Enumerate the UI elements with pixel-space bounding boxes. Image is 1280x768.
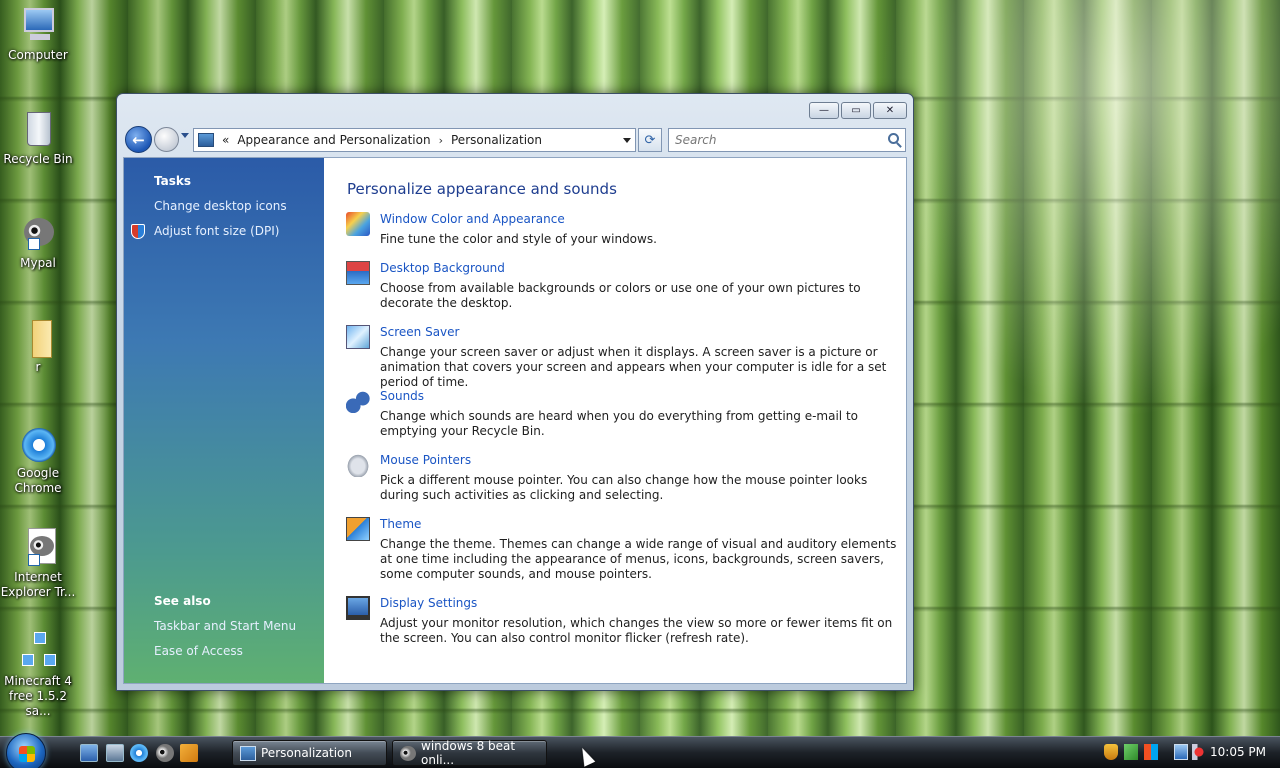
system-tray: 10:05 PM: [1100, 737, 1280, 768]
raccoon-document-icon: [18, 528, 58, 568]
color-scheme-icon[interactable]: [346, 212, 370, 236]
address-bar[interactable]: « Appearance and Personalization › Perso…: [193, 128, 636, 152]
desktop-icon-computer[interactable]: Computer: [0, 6, 76, 63]
address-dropdown-icon[interactable]: [623, 138, 631, 143]
back-button[interactable]: ←: [125, 126, 152, 153]
desktop-icon-label: Internet Explorer Tr...: [0, 570, 76, 599]
screen-saver-link[interactable]: Screen Saver: [380, 325, 459, 339]
tasks-sidebar: Tasks Change desktop icons Adjust font s…: [124, 158, 324, 683]
taskbar-button-label: windows 8 beat onli...: [421, 739, 516, 767]
window-color-description: Fine tune the color and style of your wi…: [380, 232, 657, 246]
address-prefix[interactable]: «: [222, 133, 229, 147]
desktop-icon-label: Minecraft 4 free 1.5.2 sa...: [4, 674, 72, 718]
folder-icon: [18, 318, 58, 358]
breadcrumb-personalization[interactable]: Personalization: [451, 133, 542, 147]
main-panel: Personalize appearance and sounds Window…: [324, 158, 906, 683]
computer-icon: [18, 6, 58, 46]
screen-saver-description: Change your screen saver or adjust when …: [380, 345, 887, 389]
media-player-icon[interactable]: [180, 744, 198, 762]
personalization-window: — ▭ ✕ ← « Appearance and Personalization…: [116, 93, 914, 691]
ie-icon: [18, 424, 58, 464]
window-controls: — ▭ ✕: [809, 102, 907, 119]
navigation-bar: ← « Appearance and Personalization › Per…: [125, 126, 906, 154]
window-color-link[interactable]: Window Color and Appearance: [380, 212, 565, 226]
ease-of-access-link[interactable]: Ease of Access: [154, 644, 243, 658]
network-icon[interactable]: [1174, 744, 1188, 760]
back-arrow-icon: ←: [132, 130, 145, 149]
breadcrumb-appearance[interactable]: Appearance and Personalization: [237, 133, 430, 147]
update-icon[interactable]: [1124, 744, 1138, 760]
desktop-icon-internet-explorer[interactable]: Internet Explorer Tr...: [0, 528, 76, 600]
tasks-heading: Tasks: [154, 174, 192, 188]
theme-link[interactable]: Theme: [380, 517, 421, 531]
mypal-window-icon: [400, 746, 416, 761]
content-area: Tasks Change desktop icons Adjust font s…: [123, 157, 907, 684]
forward-button[interactable]: [154, 127, 179, 152]
mypal-quicklaunch-icon[interactable]: [156, 744, 174, 762]
volume-muted-icon[interactable]: [1192, 744, 1206, 760]
refresh-button[interactable]: ⟳: [638, 128, 662, 152]
sounds-description: Change which sounds are heard when you d…: [380, 409, 858, 438]
sounds-link[interactable]: Sounds: [380, 389, 424, 403]
adjust-font-size-link[interactable]: Adjust font size (DPI): [131, 224, 280, 239]
theme-icon[interactable]: [346, 517, 370, 541]
switch-windows-icon[interactable]: [106, 744, 124, 762]
raccoon-icon: [18, 214, 58, 254]
wallpaper-glow: [880, 0, 1280, 420]
page-title: Personalize appearance and sounds: [347, 180, 617, 198]
desktop-icon-folder[interactable]: r: [0, 318, 76, 375]
security-shield-icon[interactable]: [1104, 744, 1118, 760]
breadcrumb-separator[interactable]: ›: [439, 134, 443, 147]
desktop-icon-label: Mypal: [20, 256, 56, 270]
desktop-icon-google-chrome[interactable]: Google Chrome: [0, 424, 76, 496]
search-input[interactable]: Search: [668, 128, 906, 152]
desktop-icon-label: r: [35, 360, 41, 374]
theme-description: Change the theme. Themes can change a wi…: [380, 537, 897, 581]
taskbar-start-menu-link[interactable]: Taskbar and Start Menu: [154, 619, 296, 633]
refresh-icon: ⟳: [644, 132, 656, 148]
desktop-icon-label: Google Chrome: [14, 466, 62, 495]
desktop-background-icon[interactable]: [346, 261, 370, 285]
display-settings-icon[interactable]: [346, 596, 370, 620]
mouse-pointer-icon[interactable]: [346, 453, 370, 477]
personalization-window-icon: [240, 746, 256, 761]
recycle-bin-icon: [18, 110, 58, 150]
screen-saver-icon[interactable]: [346, 325, 370, 349]
internet-explorer-icon[interactable]: [130, 744, 148, 762]
windows-flag-icon[interactable]: [1144, 744, 1158, 760]
taskbar-button-personalization[interactable]: Personalization: [232, 740, 387, 766]
mouse-pointers-link[interactable]: Mouse Pointers: [380, 453, 471, 467]
desktop-background-description: Choose from available backgrounds or col…: [380, 281, 861, 310]
desktop-icon-label: Computer: [8, 48, 68, 62]
desktop-icon-minecraft[interactable]: Minecraft 4 free 1.5.2 sa...: [0, 632, 76, 719]
control-panel-icon: [198, 133, 214, 147]
search-placeholder: Search: [675, 133, 717, 147]
close-button[interactable]: ✕: [873, 102, 907, 119]
display-settings-description: Adjust your monitor resolution, which ch…: [380, 616, 893, 645]
search-icon[interactable]: [888, 133, 899, 144]
minimize-button[interactable]: —: [809, 102, 839, 119]
show-desktop-icon[interactable]: [80, 744, 98, 762]
adjust-font-size-label: Adjust font size (DPI): [154, 224, 280, 238]
change-desktop-icons-link[interactable]: Change desktop icons: [154, 199, 287, 213]
display-settings-link[interactable]: Display Settings: [380, 596, 477, 610]
clock[interactable]: 10:05 PM: [1210, 745, 1266, 759]
desktop-icon-label: Recycle Bin: [3, 152, 73, 166]
maximize-button[interactable]: ▭: [841, 102, 871, 119]
desktop-background-link[interactable]: Desktop Background: [380, 261, 505, 275]
taskbar-button-label: Personalization: [261, 746, 352, 760]
see-also-heading: See also: [154, 594, 211, 608]
mouse-pointers-description: Pick a different mouse pointer. You can …: [380, 473, 868, 502]
uac-shield-icon: [131, 224, 145, 239]
desktop-icon-recycle-bin[interactable]: Recycle Bin: [0, 110, 76, 167]
recent-pages-dropdown[interactable]: [181, 133, 189, 138]
taskbar: Personalization windows 8 beat onli... 1…: [0, 733, 1280, 768]
network-icon: [18, 632, 58, 672]
desktop-icon-mypal[interactable]: Mypal: [0, 214, 76, 271]
start-button[interactable]: [6, 733, 46, 768]
taskbar-button-browser[interactable]: windows 8 beat onli...: [392, 739, 547, 767]
sounds-icon[interactable]: [346, 389, 370, 413]
